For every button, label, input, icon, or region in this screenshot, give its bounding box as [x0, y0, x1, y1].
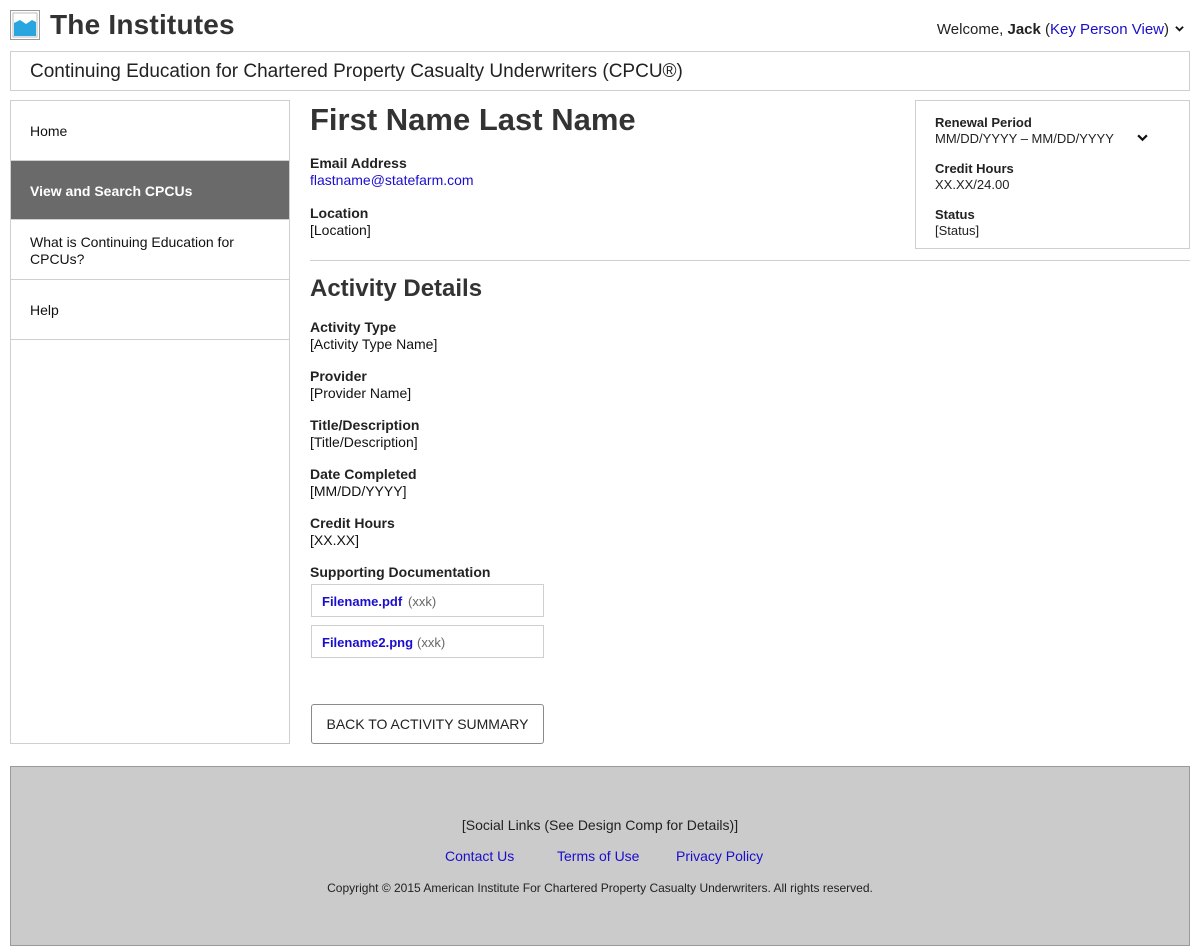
key-person-view-link[interactable]: Key Person View [1050, 21, 1164, 38]
copyright-text: Copyright © 2015 American Institute For … [327, 881, 873, 895]
back-to-activity-summary-button[interactable]: BACK TO ACTIVITY SUMMARY [311, 704, 544, 744]
location-value: [Location] [310, 222, 371, 238]
chevron-down-icon[interactable] [1175, 24, 1184, 33]
institutes-logo-icon[interactable] [10, 10, 40, 40]
sidebar-item-what-is-ce[interactable]: What is Continuing Education for CPCUs? [11, 220, 289, 280]
email-link[interactable]: flastname@statefarm.com [310, 172, 474, 188]
renewal-period-label: Renewal Period [935, 115, 1032, 130]
provider-value: [Provider Name] [310, 385, 412, 401]
close-paren: ) [1164, 21, 1169, 38]
sidebar-item-label: Home [30, 123, 68, 139]
person-name: First Name Last Name [310, 102, 636, 137]
activity-credit-hours-label: Credit Hours [310, 515, 395, 531]
program-title: Continuing Education for Chartered Prope… [30, 61, 683, 82]
sidebar-item-label: Help [30, 302, 59, 318]
sidebar-item-label: View and Search CPCUs [30, 183, 193, 199]
activity-type-label: Activity Type [310, 319, 397, 335]
sidebar-item-view-search-cpcus[interactable]: View and Search CPCUs [11, 161, 289, 220]
social-links-placeholder: [Social Links (See Design Comp for Detai… [461, 817, 739, 833]
title-description-value: [Title/Description] [310, 434, 418, 450]
terms-of-use-link[interactable]: Terms of Use [557, 848, 639, 864]
sidebar-item-label-line1: What is Continuing Education for [30, 234, 234, 250]
contact-us-link[interactable]: Contact Us [445, 848, 514, 864]
section-divider [310, 260, 1190, 261]
sidebar-item-help[interactable]: Help [11, 280, 289, 340]
file-name-link[interactable]: Filename2.png [322, 635, 413, 650]
status-label: Status [935, 207, 975, 222]
header: The Institutes Welcome, Jack (Key Person… [10, 8, 1190, 44]
user-name: Jack [1007, 21, 1041, 38]
open-paren: ( [1040, 21, 1051, 38]
status-value: [Status] [935, 223, 980, 238]
sidebar-item-home[interactable]: Home [11, 101, 289, 161]
renewal-period-select[interactable]: MM/DD/YYYY – MM/DD/YYYY [935, 131, 1114, 146]
email-label: Email Address [310, 155, 407, 171]
file-attachment[interactable]: Filename.pdf (xxk) [311, 584, 544, 617]
date-completed-value: [MM/DD/YYYY] [310, 483, 407, 499]
renewal-panel: Renewal Period MM/DD/YYYY – MM/DD/YYYY C… [915, 100, 1190, 249]
brand-title[interactable]: The Institutes [50, 9, 235, 41]
chevron-down-icon[interactable] [1137, 132, 1148, 143]
supporting-docs-label: Supporting Documentation [310, 564, 491, 580]
title-description-label: Title/Description [310, 417, 420, 433]
provider-label: Provider [310, 368, 367, 384]
sidebar-item-label-line2: CPCUs? [30, 251, 85, 267]
file-size: (xxk) [417, 635, 446, 650]
credit-hours-label: Credit Hours [935, 161, 1014, 176]
activity-details-title: Activity Details [310, 275, 483, 302]
program-title-bar: Continuing Education for Chartered Prope… [10, 51, 1190, 91]
location-label: Location [310, 205, 369, 221]
footer: [Social Links (See Design Comp for Detai… [10, 766, 1190, 946]
file-name-link[interactable]: Filename.pdf [322, 594, 402, 609]
sidebar-nav: Home View and Search CPCUs What is Conti… [10, 100, 290, 744]
file-attachment[interactable]: Filename2.png (xxk) [311, 625, 544, 658]
file-size: (xxk) [408, 594, 437, 609]
date-completed-label: Date Completed [310, 466, 417, 482]
privacy-policy-link[interactable]: Privacy Policy [676, 848, 763, 864]
welcome-prefix: Welcome, [936, 21, 1008, 38]
welcome-message: Welcome, Jack (Key Person View) [937, 21, 1184, 38]
activity-credit-hours-value: [XX.XX] [310, 532, 360, 548]
credit-hours-value: XX.XX/24.00 [935, 177, 1010, 192]
activity-type-value: [Activity Type Name] [310, 336, 438, 352]
